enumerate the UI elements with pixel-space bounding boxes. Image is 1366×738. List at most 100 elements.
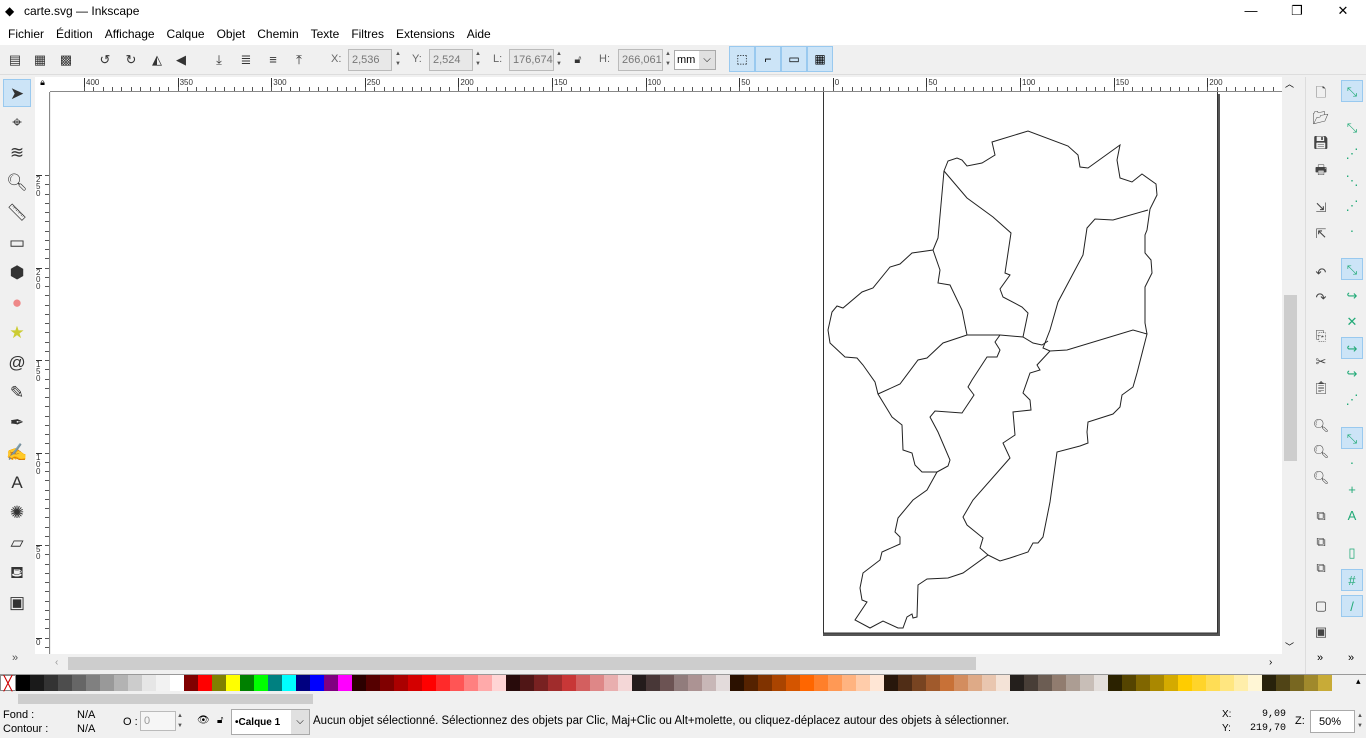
color-swatch[interactable] xyxy=(1150,675,1164,691)
color-swatch[interactable] xyxy=(296,675,310,691)
color-swatch[interactable] xyxy=(44,675,58,691)
color-swatch[interactable] xyxy=(940,675,954,691)
zoom-spinner-icon[interactable]: ▲ ▼ xyxy=(1357,711,1366,731)
transform-pattern-icon[interactable]: ▦ xyxy=(807,46,833,72)
color-swatch[interactable] xyxy=(408,675,422,691)
fill-value[interactable]: N/A xyxy=(77,709,95,721)
snap-page-border-icon[interactable]: ▯ xyxy=(1341,542,1363,564)
selector-arrow-icon[interactable]: ➤ xyxy=(3,79,31,107)
color-swatch[interactable] xyxy=(926,675,940,691)
y-field[interactable]: 2,524 xyxy=(429,49,473,71)
opacity-spinner-icon[interactable]: ▲ ▼ xyxy=(177,711,186,731)
color-swatch[interactable] xyxy=(1094,675,1108,691)
menu-calque[interactable]: Calque xyxy=(161,23,211,45)
ellipse-tool-icon[interactable]: ● xyxy=(3,289,31,317)
snap-path-icon[interactable]: ↪ xyxy=(1341,285,1363,307)
pencil-tool-icon[interactable]: ✎ xyxy=(3,379,31,407)
measure-tool-icon[interactable]: 📏︎ xyxy=(3,199,31,227)
snap-nodes-icon[interactable]: ⤡ xyxy=(1341,258,1363,280)
layer-lock-icon[interactable]: 🔓︎ xyxy=(217,715,223,726)
height-field[interactable]: 266,061 xyxy=(618,49,663,71)
snap-rotation-center-icon[interactable]: ⤡ xyxy=(1341,427,1363,449)
color-swatch[interactable] xyxy=(450,675,464,691)
zoom-field[interactable]: 50% xyxy=(1310,710,1355,733)
snap-intersection-icon[interactable]: ✕ xyxy=(1341,311,1363,333)
redo-icon[interactable]: ↷ xyxy=(1310,287,1332,309)
color-swatch[interactable] xyxy=(1234,675,1248,691)
snap-text-baseline-icon[interactable]: + xyxy=(1341,479,1363,501)
3d-box-tool-icon[interactable]: ⬢ xyxy=(3,259,31,287)
color-swatch[interactable] xyxy=(856,675,870,691)
color-swatch[interactable] xyxy=(492,675,506,691)
color-swatch[interactable] xyxy=(156,675,170,691)
color-swatch[interactable] xyxy=(674,675,688,691)
close-button[interactable]: ✕ xyxy=(1320,0,1366,23)
layer-select[interactable]: •Calque 1 ⌵ xyxy=(231,709,310,735)
snap-smooth-icon[interactable]: ↪ xyxy=(1341,337,1363,359)
height-spinner-icon[interactable]: ▲ ▼ xyxy=(663,49,673,71)
star-tool-icon[interactable]: ★ xyxy=(3,319,31,347)
color-swatch[interactable] xyxy=(1248,675,1262,691)
unlink-clone-icon[interactable]: ⧉ xyxy=(1310,557,1332,579)
snap-bbox-midpoint-icon[interactable]: ⋰ xyxy=(1341,195,1363,217)
rotate-ccw-icon[interactable]: ↺ xyxy=(94,49,116,71)
ungroup-icon[interactable]: ▣ xyxy=(1310,621,1332,643)
stroke-value[interactable]: N/A xyxy=(77,723,95,735)
lower-icon[interactable]: ≣ xyxy=(235,49,257,71)
color-swatch[interactable] xyxy=(604,675,618,691)
snap-text-icon[interactable]: A xyxy=(1341,505,1363,527)
vertical-scrollbar[interactable]: ︿ ﹀ xyxy=(1282,77,1299,655)
print-icon[interactable]: 🖶 xyxy=(1310,159,1332,181)
color-swatch[interactable] xyxy=(464,675,478,691)
rectangle-tool-icon[interactable]: ▭ xyxy=(3,229,31,257)
select-all-layers-icon[interactable]: ▦ xyxy=(29,49,51,71)
color-swatch[interactable] xyxy=(996,675,1010,691)
unit-select[interactable]: mm ⌵ xyxy=(674,50,716,70)
color-swatch[interactable] xyxy=(814,675,828,691)
color-swatch[interactable] xyxy=(870,675,884,691)
minimize-button[interactable]: — xyxy=(1228,0,1274,23)
drawing-canvas[interactable] xyxy=(51,92,1282,654)
color-swatch[interactable] xyxy=(58,675,72,691)
color-swatch[interactable] xyxy=(1122,675,1136,691)
snap-midpoint-icon[interactable]: ↪ xyxy=(1341,363,1363,385)
color-swatch[interactable] xyxy=(716,675,730,691)
color-swatch[interactable] xyxy=(1080,675,1094,691)
color-swatch[interactable] xyxy=(632,675,646,691)
color-swatch[interactable] xyxy=(128,675,142,691)
snap-bbox-edge-icon[interactable]: ⋰ xyxy=(1341,143,1363,165)
duplicate-icon[interactable]: ⧉ xyxy=(1310,505,1332,527)
color-swatch[interactable] xyxy=(1052,675,1066,691)
color-swatch[interactable] xyxy=(1290,675,1304,691)
scroll-down-icon[interactable]: ﹀ xyxy=(1285,640,1294,653)
color-swatch[interactable] xyxy=(1164,675,1178,691)
color-swatch[interactable] xyxy=(198,675,212,691)
select-all-icon[interactable]: ▤ xyxy=(4,49,26,71)
color-swatch[interactable] xyxy=(1024,675,1038,691)
color-swatch[interactable] xyxy=(1276,675,1290,691)
color-swatch[interactable] xyxy=(506,675,520,691)
zoom-page-icon[interactable]: 🔍︎ xyxy=(1310,467,1332,489)
color-swatch[interactable] xyxy=(366,675,380,691)
node-tool-icon[interactable]: ⌖ xyxy=(3,109,31,137)
y-spinner-icon[interactable]: ▲ ▼ xyxy=(473,49,483,71)
color-swatch[interactable] xyxy=(352,675,366,691)
horizontal-scroll-thumb[interactable] xyxy=(68,657,976,670)
horizontal-scrollbar[interactable]: ‹ › xyxy=(51,655,1282,672)
flip-vertical-icon[interactable]: ◀ xyxy=(170,49,192,71)
color-swatch[interactable] xyxy=(534,675,548,691)
layer-visibility-icon[interactable]: 👁︎ xyxy=(197,715,210,726)
cut-icon[interactable]: ✂ xyxy=(1310,351,1332,373)
color-swatch[interactable] xyxy=(646,675,660,691)
text-tool-icon[interactable]: A xyxy=(3,469,31,497)
color-swatch[interactable] xyxy=(590,675,604,691)
no-paint-swatch-icon[interactable]: ╳ xyxy=(0,675,16,691)
copy-icon[interactable]: ⎘ xyxy=(1310,325,1332,347)
menu-edition[interactable]: Édition xyxy=(50,23,99,45)
color-swatch[interactable] xyxy=(730,675,744,691)
color-swatch[interactable] xyxy=(422,675,436,691)
export-icon[interactable]: ⇱ xyxy=(1310,223,1332,245)
color-swatch[interactable] xyxy=(758,675,772,691)
eraser-tool-icon[interactable]: ▱ xyxy=(3,529,31,557)
color-swatch[interactable] xyxy=(576,675,590,691)
